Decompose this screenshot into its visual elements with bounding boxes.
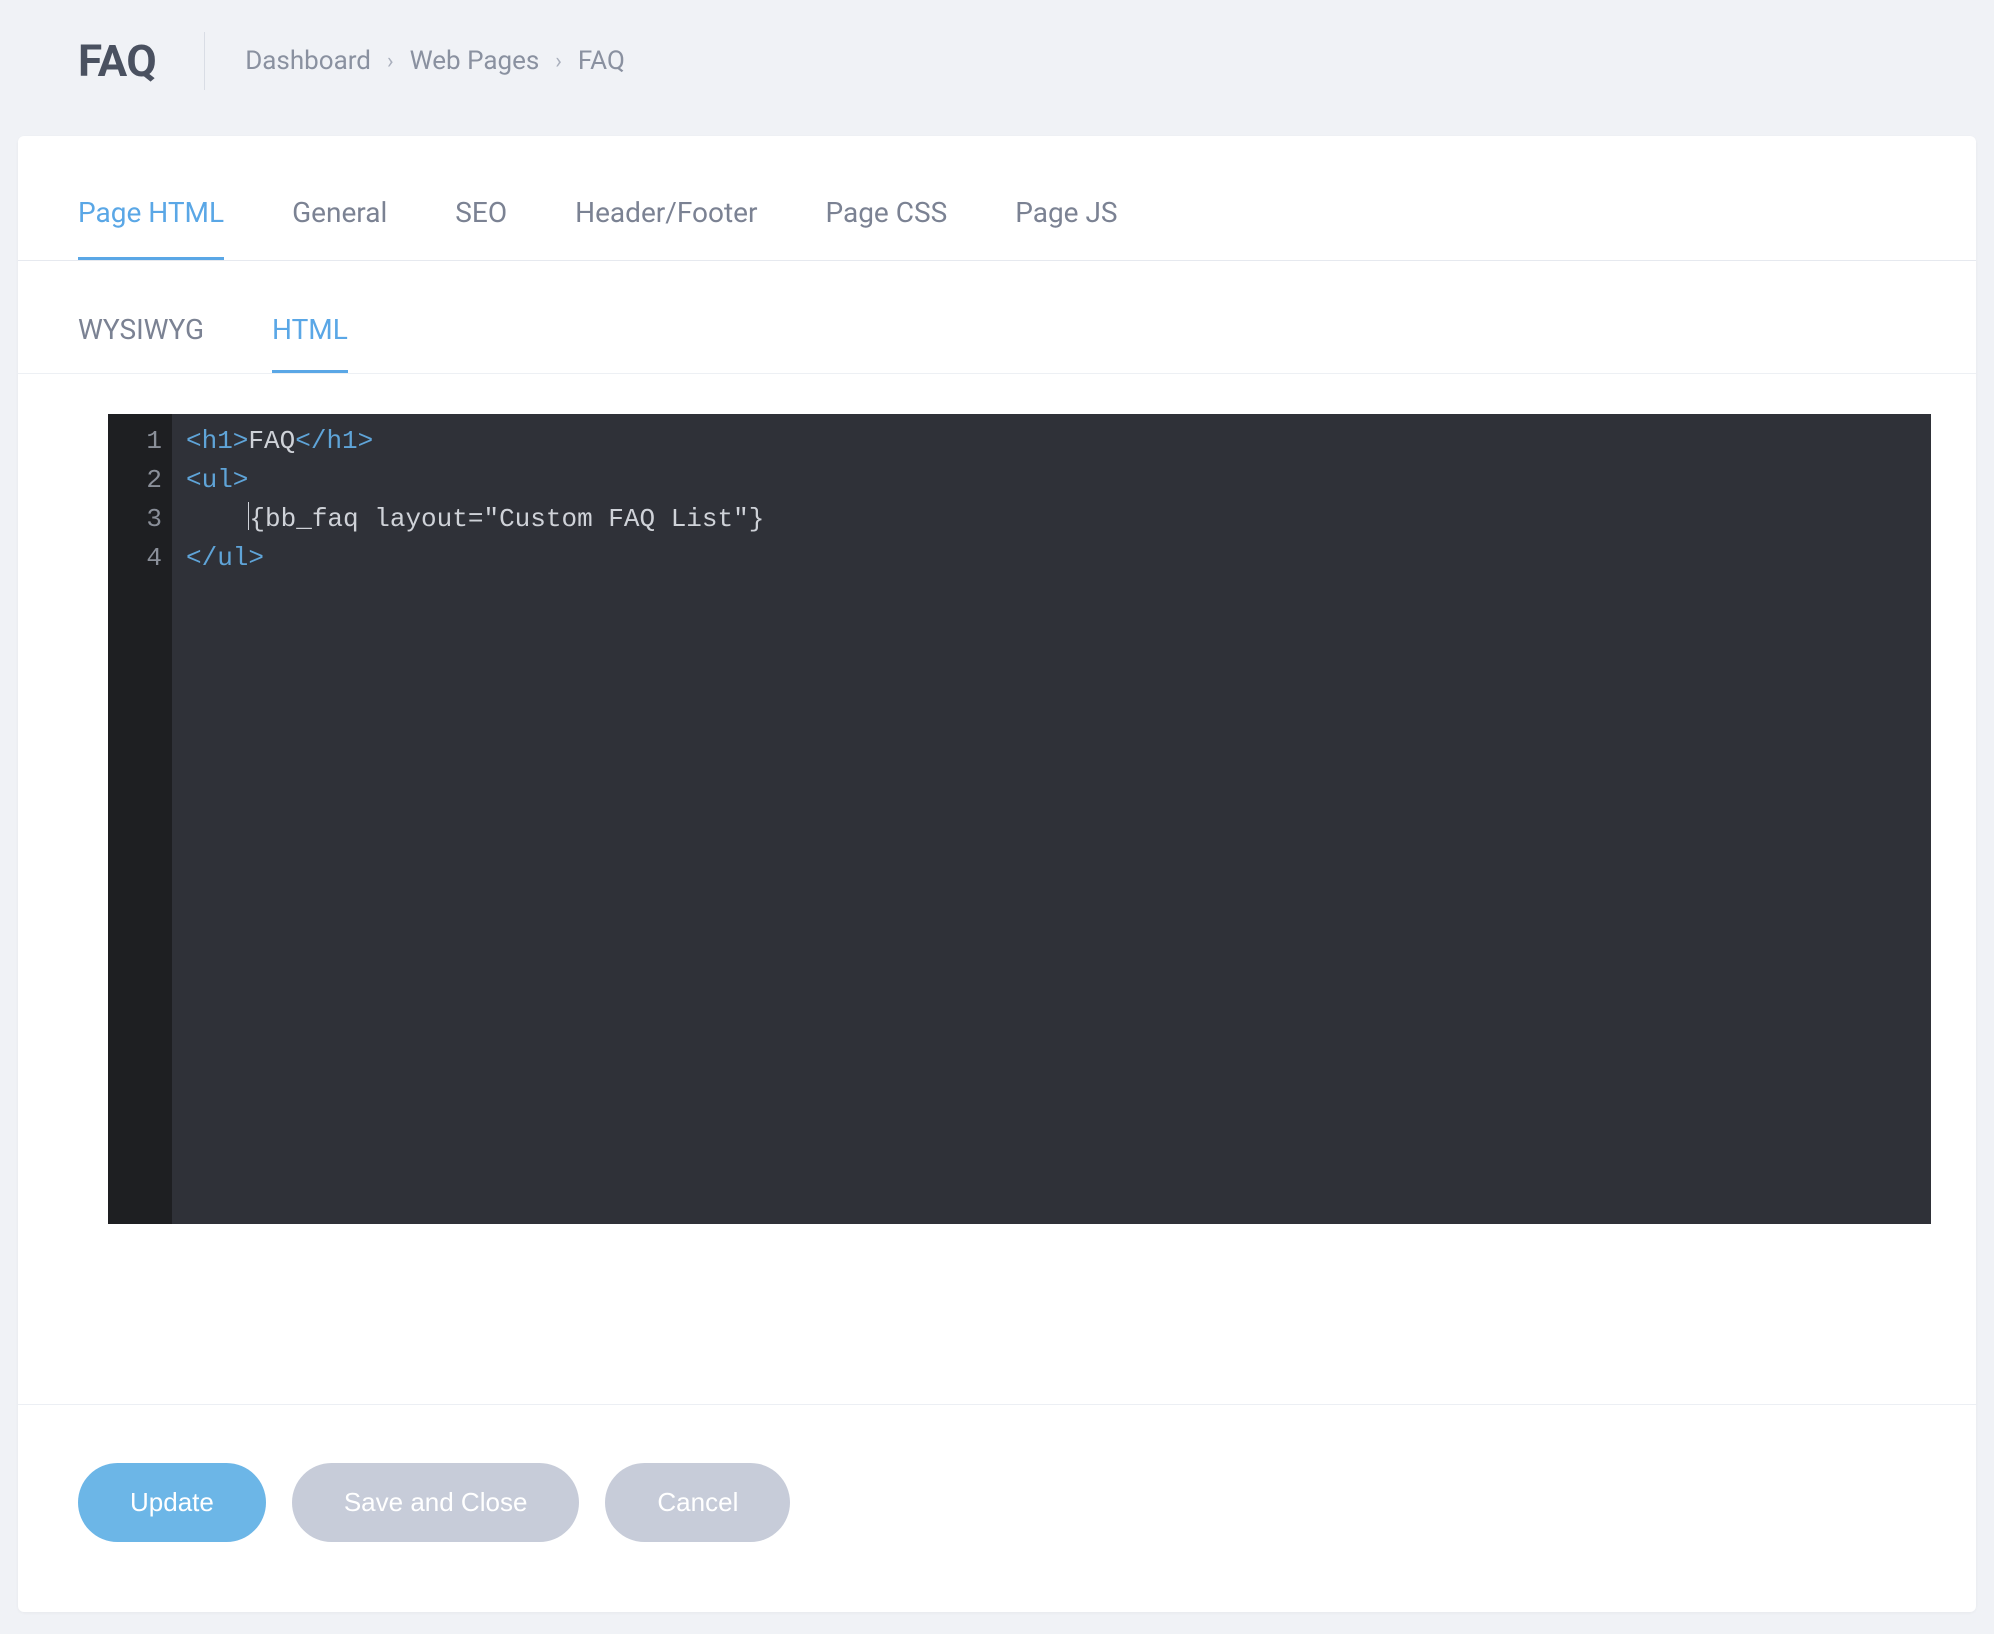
line-number: 4 [130, 539, 162, 578]
code-area[interactable]: <h1>FAQ</h1><ul> {bb_faq layout="Custom … [172, 414, 1931, 1224]
breadcrumb-dashboard[interactable]: Dashboard [245, 46, 371, 76]
code-line[interactable]: <ul> [186, 461, 1917, 500]
line-number-gutter: 1234 [108, 414, 172, 1224]
tab-header-footer[interactable]: Header/Footer [575, 196, 757, 260]
action-bar: Update Save and Close Cancel [18, 1404, 1976, 1612]
code-editor-container: 1234 <h1>FAQ</h1><ul> {bb_faq layout="Cu… [18, 374, 1976, 1264]
subtab-wysiwyg[interactable]: WYSIWYG [78, 313, 204, 373]
subtab-html[interactable]: HTML [272, 313, 348, 373]
tab-page-js[interactable]: Page JS [1015, 196, 1117, 260]
cancel-button[interactable]: Cancel [605, 1463, 790, 1542]
breadcrumb-current: FAQ [578, 46, 625, 76]
save-and-close-button[interactable]: Save and Close [292, 1463, 580, 1542]
line-number: 2 [130, 461, 162, 500]
chevron-right-icon: › [555, 49, 562, 74]
header-divider [204, 32, 205, 90]
tab-page-html[interactable]: Page HTML [78, 196, 224, 260]
chevron-right-icon: › [387, 49, 394, 74]
line-number: 1 [130, 422, 162, 461]
line-number: 3 [130, 500, 162, 539]
page-title: FAQ [78, 35, 156, 87]
breadcrumb: Dashboard › Web Pages › FAQ [245, 46, 625, 76]
content-panel: Page HTML General SEO Header/Footer Page… [18, 136, 1976, 1612]
breadcrumb-web-pages[interactable]: Web Pages [410, 46, 540, 76]
tab-seo[interactable]: SEO [455, 196, 507, 260]
code-line[interactable]: {bb_faq layout="Custom FAQ List"} [186, 500, 1917, 539]
update-button[interactable]: Update [78, 1463, 266, 1542]
code-line[interactable]: </ul> [186, 539, 1917, 578]
primary-tabs: Page HTML General SEO Header/Footer Page… [18, 136, 1976, 261]
tab-page-css[interactable]: Page CSS [825, 196, 947, 260]
page-header: FAQ Dashboard › Web Pages › FAQ [0, 0, 1994, 136]
secondary-tabs: WYSIWYG HTML [18, 261, 1976, 374]
code-editor[interactable]: 1234 <h1>FAQ</h1><ul> {bb_faq layout="Cu… [108, 414, 1931, 1224]
tab-general[interactable]: General [292, 196, 387, 260]
code-line[interactable]: <h1>FAQ</h1> [186, 422, 1917, 461]
